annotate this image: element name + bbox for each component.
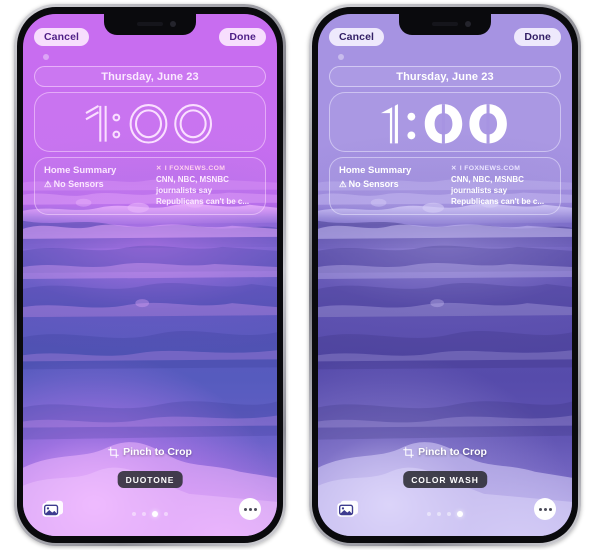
home-summary-status-text: No Sensors <box>53 178 104 189</box>
lock-screen-preview-colorwash: Thursday, June 23 Home Summary ⚠ No Sens… <box>329 66 561 215</box>
news-headline-line-1: CNN, NBC, MSNBC <box>156 174 229 184</box>
notch <box>399 14 491 35</box>
news-source-row: ✕ I FOXNEWS.COM <box>156 165 256 174</box>
page-dot-1[interactable] <box>132 512 136 516</box>
phone-colorwash: Cancel Done Thursday, June 23 Home Summa… <box>309 4 581 546</box>
done-button[interactable]: Done <box>514 28 561 46</box>
style-label-colorwash: COLOR WASH <box>403 471 487 488</box>
x-logo-icon: ✕ <box>451 165 457 173</box>
pinch-to-crop-label: Pinch to Crop <box>123 446 192 458</box>
news-widget[interactable]: ✕ I FOXNEWS.COM CNN, NBC, MSNBC journali… <box>445 165 551 208</box>
more-dot-2 <box>248 507 252 511</box>
warning-triangle-icon: ⚠ <box>44 179 52 190</box>
phone-screen-duotone: Cancel Done Thursday, June 23 Home Summa… <box>23 14 277 536</box>
page-dot-4[interactable] <box>164 512 168 516</box>
date-widget[interactable]: Thursday, June 23 <box>329 66 561 87</box>
news-headline-line-2: journalists say <box>451 185 508 195</box>
front-camera-icon <box>465 21 471 27</box>
done-button[interactable]: Done <box>219 28 266 46</box>
phone-screen-colorwash: Cancel Done Thursday, June 23 Home Summa… <box>318 14 572 536</box>
home-summary-title: Home Summary <box>44 165 117 176</box>
more-dot-1 <box>243 507 247 511</box>
warning-triangle-icon: ⚠ <box>339 179 347 190</box>
clock-widget-colorwash[interactable] <box>329 92 561 152</box>
more-options-button[interactable] <box>239 498 261 520</box>
earpiece-speaker-icon <box>137 22 163 26</box>
page-dot-2[interactable] <box>437 512 441 516</box>
x-logo-icon: ✕ <box>156 165 162 173</box>
widget-row-duotone: Home Summary ⚠ No Sensors ✕ I FOXNEWS.CO… <box>34 157 266 215</box>
page-dot-2[interactable] <box>142 512 146 516</box>
home-summary-title: Home Summary <box>339 165 412 176</box>
photo-library-icon[interactable] <box>334 498 360 520</box>
style-page-dots-colorwash[interactable] <box>427 511 463 517</box>
date-widget[interactable]: Thursday, June 23 <box>34 66 266 87</box>
more-dot-1 <box>538 507 542 511</box>
front-camera-icon <box>170 21 176 27</box>
clock-time-solid <box>380 104 507 144</box>
style-label-duotone: DUOTONE <box>117 471 183 488</box>
news-headline-line-2: journalists say <box>156 185 213 195</box>
home-summary-widget[interactable]: Home Summary ⚠ No Sensors <box>339 165 445 208</box>
pinch-to-crop-hint-colorwash: Pinch to Crop <box>318 446 572 458</box>
more-dot-3 <box>548 507 552 511</box>
more-options-button[interactable] <box>534 498 556 520</box>
screenshot-stage: Cancel Done Thursday, June 23 Home Summa… <box>0 0 595 550</box>
pinch-to-crop-hint-duotone: Pinch to Crop <box>23 446 277 458</box>
cancel-button[interactable]: Cancel <box>34 28 90 46</box>
editor-bottombar-duotone <box>23 494 277 524</box>
news-headline-line-3: Republicans can't be c... <box>451 196 545 206</box>
clock-widget-duotone[interactable] <box>34 92 266 152</box>
clock-time-outline <box>85 104 212 144</box>
cancel-button[interactable]: Cancel <box>329 28 385 46</box>
news-source-label: I FOXNEWS.COM <box>459 165 521 172</box>
crop-icon <box>403 446 414 458</box>
more-dot-2 <box>543 507 547 511</box>
phone-duotone: Cancel Done Thursday, June 23 Home Summa… <box>14 4 286 546</box>
page-dot-4-active[interactable] <box>457 511 463 517</box>
home-summary-status: ⚠ No Sensors <box>44 178 150 191</box>
page-dot-3[interactable] <box>447 512 451 516</box>
home-summary-widget[interactable]: Home Summary ⚠ No Sensors <box>44 165 150 208</box>
status-indicator-dot <box>43 54 49 60</box>
style-page-dots-duotone[interactable] <box>132 511 168 517</box>
home-summary-status: ⚠ No Sensors <box>339 178 445 191</box>
news-headline-line-1: CNN, NBC, MSNBC <box>451 174 524 184</box>
more-dot-3 <box>253 507 257 511</box>
status-indicator-dot <box>338 54 344 60</box>
widget-row-colorwash: Home Summary ⚠ No Sensors ✕ I FOXNEWS.CO… <box>329 157 561 215</box>
phone-bezel: Cancel Done Thursday, June 23 Home Summa… <box>312 7 578 543</box>
pinch-to-crop-label: Pinch to Crop <box>418 446 487 458</box>
earpiece-speaker-icon <box>432 22 458 26</box>
editor-bottombar-colorwash <box>318 494 572 524</box>
page-dot-1[interactable] <box>427 512 431 516</box>
news-source-row: ✕ I FOXNEWS.COM <box>451 165 551 174</box>
home-summary-status-text: No Sensors <box>348 178 399 189</box>
page-dot-3-active[interactable] <box>152 511 158 517</box>
photo-library-icon[interactable] <box>39 498 65 520</box>
crop-icon <box>108 446 119 458</box>
news-widget[interactable]: ✕ I FOXNEWS.COM CNN, NBC, MSNBC journali… <box>150 165 256 208</box>
phone-bezel: Cancel Done Thursday, June 23 Home Summa… <box>17 7 283 543</box>
lock-screen-preview-duotone: Thursday, June 23 Home Summary ⚠ No Sens… <box>34 66 266 215</box>
notch <box>104 14 196 35</box>
news-headline-line-3: Republicans can't be c... <box>156 196 250 206</box>
news-source-label: I FOXNEWS.COM <box>164 165 226 172</box>
